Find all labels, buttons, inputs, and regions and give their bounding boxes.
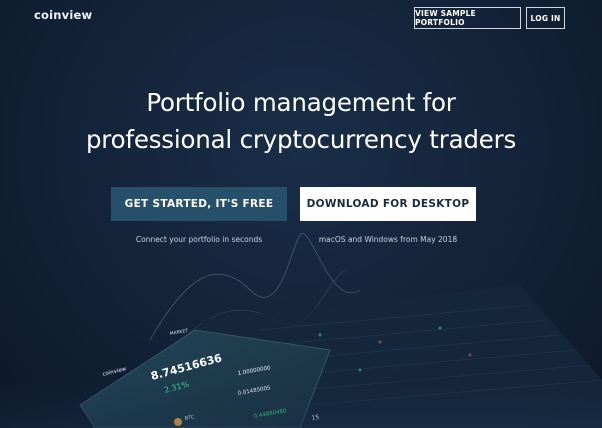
headline-line-2: professional cryptocurrency traders bbox=[85, 125, 517, 154]
coinview-logo[interactable]: coinview bbox=[34, 8, 92, 22]
login-button[interactable]: LOG IN bbox=[526, 7, 565, 29]
view-sample-portfolio-button[interactable]: VIEW SAMPLE PORTFOLIO bbox=[414, 7, 521, 29]
get-started-button[interactable]: GET STARTED, IT'S FREE bbox=[111, 187, 287, 221]
download-desktop-button[interactable]: DOWNLOAD FOR DESKTOP bbox=[300, 187, 476, 221]
headline-line-1: Portfolio management for bbox=[146, 88, 456, 117]
app-preview-illustration: coinview MARKET 8.74516636 2.31% 1.00000… bbox=[0, 232, 602, 428]
hero-headline: Portfolio management for professional cr… bbox=[0, 84, 602, 158]
